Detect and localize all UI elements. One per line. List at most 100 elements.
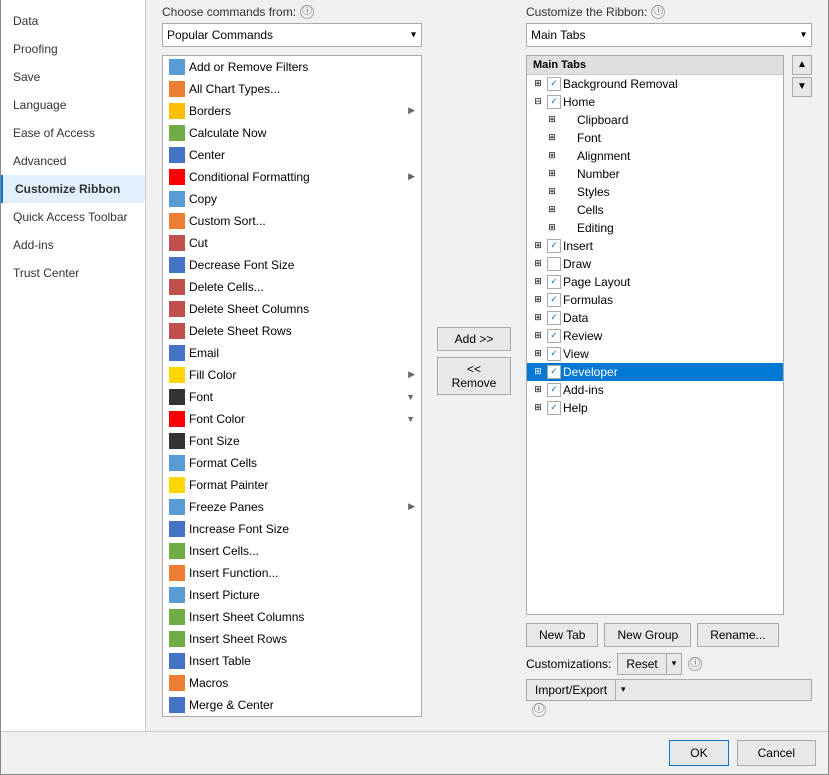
customizations-info-icon[interactable]: ⓘ — [688, 657, 702, 671]
expand-icon[interactable]: ⊞ — [531, 348, 545, 359]
cancel-button[interactable]: Cancel — [737, 740, 816, 766]
ribbon-tree[interactable]: Main Tabs ⊞✓Background Removal⊟✓Home⊞Cli… — [526, 55, 784, 615]
tree-item[interactable]: ⊞✓Developer — [527, 363, 783, 381]
sidebar-item-add-ins[interactable]: Add-ins — [1, 231, 145, 259]
rename-button[interactable]: Rename... — [697, 623, 778, 647]
checkbox[interactable]: ✓ — [547, 239, 561, 253]
expand-icon[interactable]: ⊞ — [545, 168, 559, 179]
list-item[interactable]: Insert Sheet Columns — [163, 606, 421, 628]
list-item[interactable]: Delete Cells... — [163, 276, 421, 298]
list-item[interactable]: Freeze Panes▶ — [163, 496, 421, 518]
list-item[interactable]: Merge & Center — [163, 694, 421, 716]
expand-icon[interactable]: ⊞ — [531, 78, 545, 89]
sidebar-item-trust-center[interactable]: Trust Center — [1, 259, 145, 287]
sidebar-item-proofing[interactable]: Proofing — [1, 35, 145, 63]
right-info-icon[interactable]: ⓘ — [651, 5, 665, 19]
expand-icon[interactable]: ⊞ — [545, 204, 559, 215]
tree-item[interactable]: ⊞✓Background Removal — [527, 75, 783, 93]
tree-item[interactable]: ⊞Editing — [527, 219, 783, 237]
list-item[interactable]: Insert Function... — [163, 562, 421, 584]
move-up-button[interactable]: ▲ — [792, 55, 812, 75]
new-group-button[interactable]: New Group — [604, 623, 691, 647]
list-item[interactable]: Custom Sort... — [163, 210, 421, 232]
expand-icon[interactable]: ⊞ — [531, 384, 545, 395]
tree-item[interactable]: ⊞✓Add-ins — [527, 381, 783, 399]
checkbox[interactable] — [547, 257, 561, 271]
list-item[interactable]: Center — [163, 144, 421, 166]
sidebar-item-save[interactable]: Save — [1, 63, 145, 91]
ribbon-select[interactable]: Main TabsTool TabsAll Tabs — [526, 23, 812, 47]
left-info-icon[interactable]: ⓘ — [300, 5, 314, 19]
list-item[interactable]: Add or Remove Filters — [163, 56, 421, 78]
tree-item[interactable]: ⊞✓View — [527, 345, 783, 363]
sidebar-item-language[interactable]: Language — [1, 91, 145, 119]
tree-item[interactable]: ⊞✓Review — [527, 327, 783, 345]
list-item[interactable]: Borders▶ — [163, 100, 421, 122]
new-tab-button[interactable]: New Tab — [526, 623, 598, 647]
checkbox[interactable]: ✓ — [547, 365, 561, 379]
reset-split-button[interactable]: Reset ▾ — [617, 653, 682, 675]
list-item[interactable]: Font Color▼ — [163, 408, 421, 430]
reset-button-label[interactable]: Reset — [618, 654, 665, 674]
tree-item[interactable]: ⊞✓Page Layout — [527, 273, 783, 291]
expand-icon[interactable]: ⊞ — [531, 330, 545, 341]
list-item[interactable]: Delete Sheet Columns — [163, 298, 421, 320]
expand-icon[interactable]: ⊞ — [531, 402, 545, 413]
expand-icon[interactable]: ⊞ — [545, 222, 559, 233]
tree-item[interactable]: ⊞✓Help — [527, 399, 783, 417]
list-item[interactable]: Decrease Font Size — [163, 254, 421, 276]
expand-icon[interactable]: ⊞ — [531, 294, 545, 305]
list-item[interactable]: Macros — [163, 672, 421, 694]
list-item[interactable]: Format Cells — [163, 452, 421, 474]
list-item[interactable]: Calculate Now — [163, 122, 421, 144]
list-item[interactable]: All Chart Types... — [163, 78, 421, 100]
list-item[interactable]: Delete Sheet Rows — [163, 320, 421, 342]
tree-item[interactable]: ⊞Cells — [527, 201, 783, 219]
sidebar-item-quick-access[interactable]: Quick Access Toolbar — [1, 203, 145, 231]
tree-item[interactable]: ⊞✓Data — [527, 309, 783, 327]
list-item[interactable]: Email — [163, 342, 421, 364]
list-item[interactable]: Insert Picture — [163, 584, 421, 606]
expand-icon[interactable]: ⊞ — [531, 366, 545, 377]
list-item[interactable]: Fill Color▶ — [163, 364, 421, 386]
expand-icon[interactable]: ⊞ — [531, 258, 545, 269]
sidebar-item-advanced[interactable]: Advanced — [1, 147, 145, 175]
commands-from-select[interactable]: Popular CommandsAll CommandsCommands Not… — [162, 23, 422, 47]
tree-item[interactable]: ⊞Styles — [527, 183, 783, 201]
checkbox[interactable]: ✓ — [547, 329, 561, 343]
checkbox[interactable]: ✓ — [547, 293, 561, 307]
list-item[interactable]: Cut — [163, 232, 421, 254]
checkbox[interactable]: ✓ — [547, 383, 561, 397]
remove-button[interactable]: << Remove — [437, 357, 511, 395]
checkbox[interactable]: ✓ — [547, 95, 561, 109]
expand-icon[interactable]: ⊞ — [545, 186, 559, 197]
checkbox[interactable]: ✓ — [547, 401, 561, 415]
import-export-label[interactable]: Import/Export — [527, 680, 615, 700]
commands-list[interactable]: Add or Remove FiltersAll Chart Types...B… — [162, 55, 422, 717]
list-item[interactable]: Conditional Formatting▶ — [163, 166, 421, 188]
list-item[interactable]: Insert Sheet Rows — [163, 628, 421, 650]
list-item[interactable]: Insert Cells... — [163, 540, 421, 562]
tree-item[interactable]: ⊞Font — [527, 129, 783, 147]
list-item[interactable]: Format Painter — [163, 474, 421, 496]
expand-icon[interactable]: ⊞ — [545, 114, 559, 125]
checkbox[interactable]: ✓ — [547, 311, 561, 325]
reset-dropdown-arrow[interactable]: ▾ — [666, 654, 682, 674]
tree-item[interactable]: ⊞Draw — [527, 255, 783, 273]
list-item[interactable]: Font▼ — [163, 386, 421, 408]
expand-icon[interactable]: ⊞ — [531, 276, 545, 287]
expand-icon[interactable]: ⊞ — [531, 240, 545, 251]
list-item[interactable]: Insert Table — [163, 650, 421, 672]
tree-item[interactable]: ⊞Clipboard — [527, 111, 783, 129]
expand-icon[interactable]: ⊟ — [531, 96, 545, 107]
expand-icon[interactable]: ⊞ — [545, 150, 559, 161]
list-item[interactable]: Font Size — [163, 430, 421, 452]
import-export-info-icon[interactable]: ⓘ — [532, 703, 546, 717]
import-export-arrow[interactable]: ▾ — [615, 680, 631, 700]
sidebar-item-customize-ribbon[interactable]: Customize Ribbon — [1, 175, 145, 203]
move-down-button[interactable]: ▼ — [792, 77, 812, 97]
add-button[interactable]: Add >> — [437, 327, 511, 351]
sidebar-item-ease-access[interactable]: Ease of Access — [1, 119, 145, 147]
tree-item[interactable]: ⊞✓Formulas — [527, 291, 783, 309]
checkbox[interactable]: ✓ — [547, 77, 561, 91]
